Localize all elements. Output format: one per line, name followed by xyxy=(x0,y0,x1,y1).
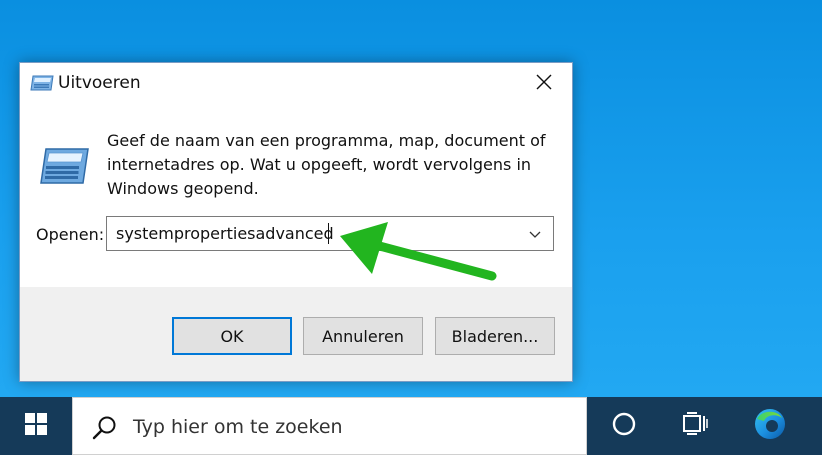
taskbar-search-box[interactable]: Typ hier om te zoeken xyxy=(72,397,587,455)
run-icon xyxy=(30,74,54,92)
dialog-title: Uitvoeren xyxy=(58,73,141,93)
button-bar: OK Annuleren Bladeren... xyxy=(20,287,572,381)
open-input[interactable] xyxy=(107,217,517,250)
close-button[interactable] xyxy=(522,67,566,101)
run-icon xyxy=(38,145,90,187)
cortana-button[interactable] xyxy=(594,397,654,455)
cortana-icon xyxy=(611,411,637,441)
run-dialog: Uitvoeren Geef de naam van een programma… xyxy=(19,62,573,382)
edge-button[interactable] xyxy=(740,397,800,455)
search-placeholder: Typ hier om te zoeken xyxy=(133,416,343,438)
task-view-icon xyxy=(682,412,708,440)
cancel-button[interactable]: Annuleren xyxy=(303,317,423,355)
ok-button[interactable]: OK xyxy=(172,317,292,355)
start-button[interactable] xyxy=(0,397,72,455)
task-view-button[interactable] xyxy=(665,397,725,455)
dialog-description: Geef de naam van een programma, map, doc… xyxy=(107,131,546,198)
open-combobox[interactable] xyxy=(106,216,554,251)
dropdown-button[interactable] xyxy=(521,217,549,250)
windows-start-icon xyxy=(24,412,48,440)
dialog-titlebar[interactable]: Uitvoeren xyxy=(20,63,572,105)
text-cursor xyxy=(328,223,329,244)
edge-icon xyxy=(753,407,787,445)
open-label: Openen: xyxy=(36,225,105,244)
browse-button[interactable]: Bladeren... xyxy=(435,317,555,355)
chevron-down-icon xyxy=(529,224,541,243)
close-icon xyxy=(536,74,552,94)
taskbar: Typ hier om te zoeken xyxy=(0,397,822,455)
search-icon xyxy=(91,415,117,441)
